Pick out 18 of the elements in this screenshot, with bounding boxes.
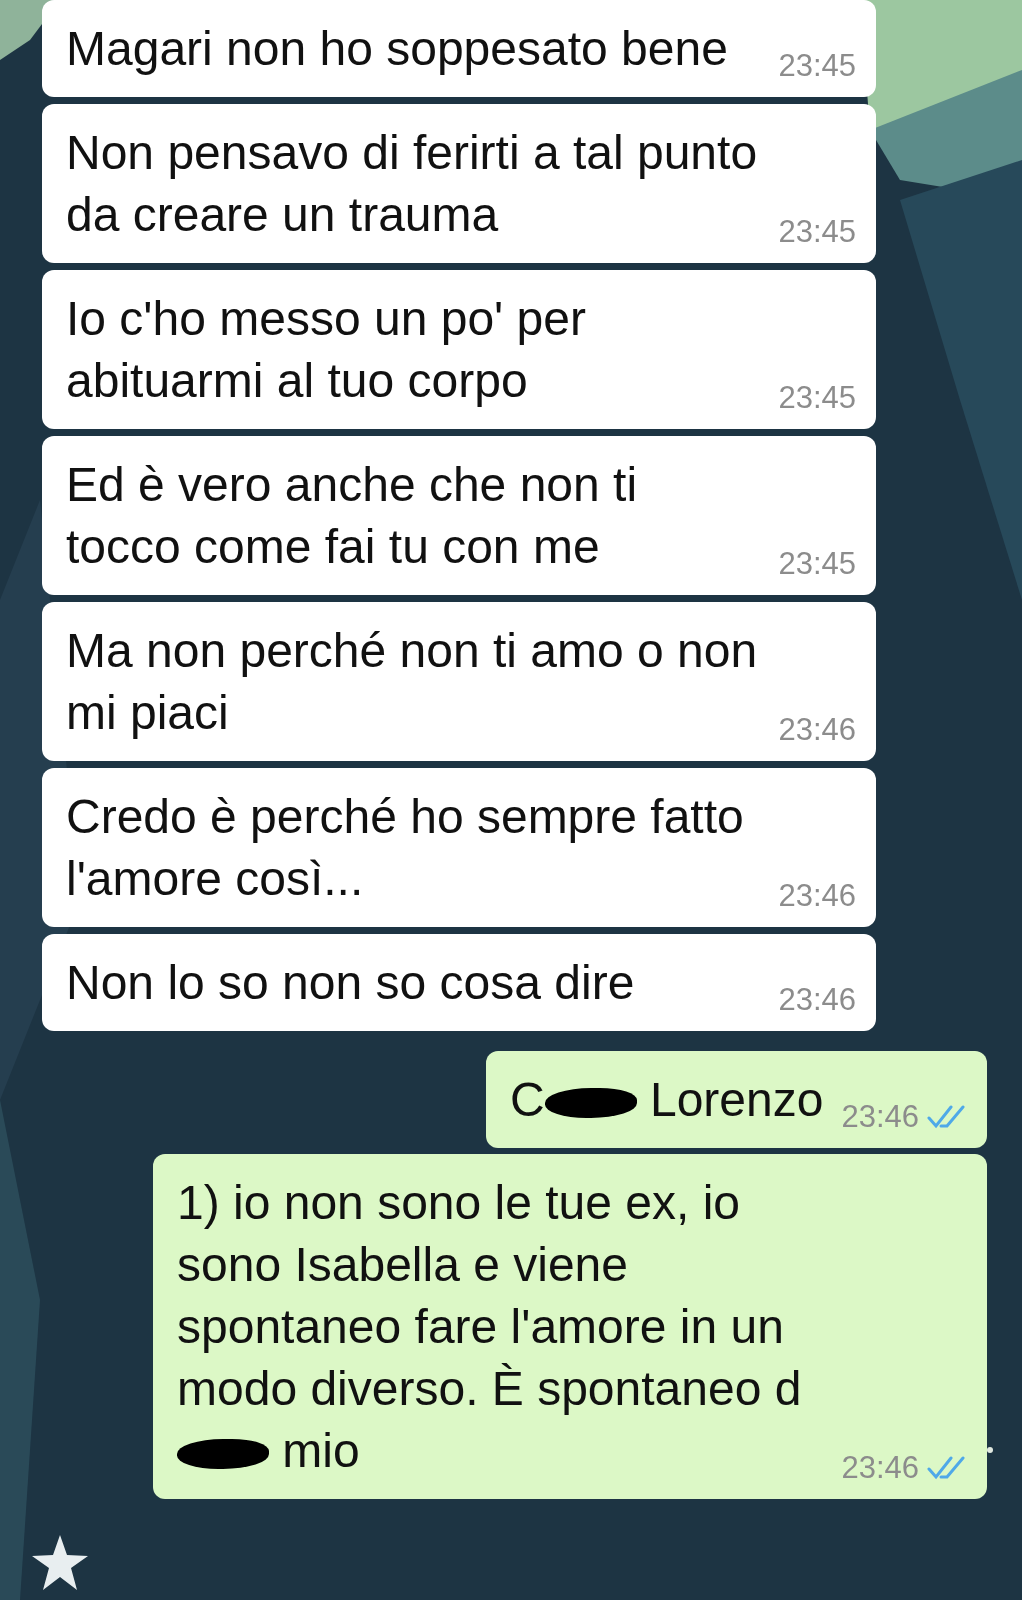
message-text: Non pensavo di ferirti a tal punto da creare un trauma	[66, 125, 759, 243]
message-time: 23:46	[778, 981, 856, 1019]
message-text: 1) io non sono le tue ex, io sono Isabella e viene spontaneo fare l'amore in un modo diverso. È spontaneo d mio	[177, 1175, 803, 1479]
message-time: 23:45	[778, 213, 856, 251]
message-text: C Lorenzo	[509, 1072, 824, 1128]
message-time: 23:45	[778, 379, 856, 417]
message-time: 23:45	[778, 545, 856, 583]
message-time: 23:46	[841, 1098, 919, 1136]
message-time: 23:46	[778, 877, 856, 915]
message-text: Non lo so non so cosa dire	[66, 955, 635, 1011]
message-time: 23:46	[841, 1449, 919, 1487]
message-text: Magari non ho soppesato bene	[66, 21, 728, 77]
message-text: Ed è vero anche che non ti tocco come fai tu con me	[66, 457, 639, 575]
message-text: Io c'ho messo un po' per abituarmi al tuo corpo	[66, 291, 587, 409]
message-text: Credo è perché ho sempre fatto l'amore così...	[66, 789, 745, 907]
message-time: 23:45	[778, 47, 856, 85]
message-text: Ma non perché non ti amo o non mi piaci	[66, 623, 759, 741]
message-time: 23:46	[778, 711, 856, 749]
